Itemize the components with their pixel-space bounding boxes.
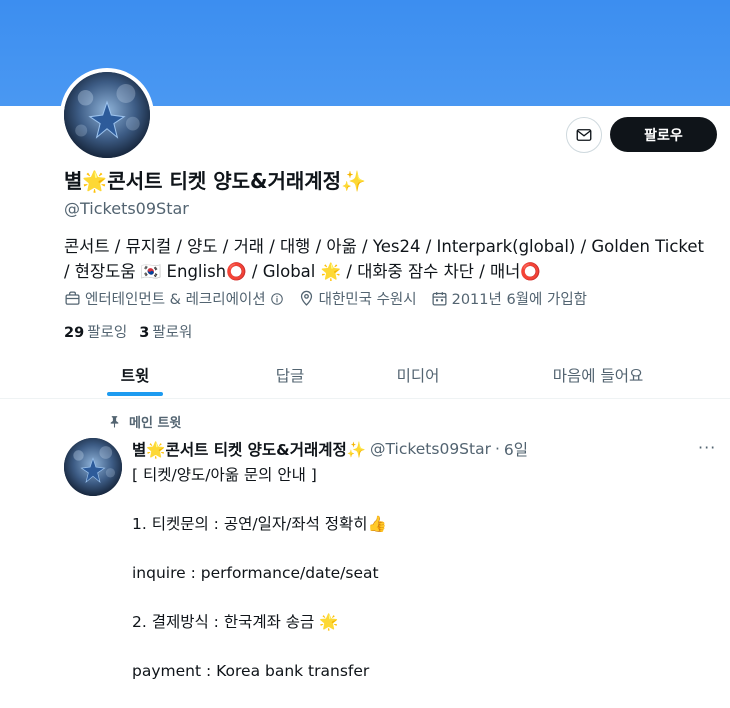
tweet-line: 1. 티켓문의 : 공연/일자/좌석 정확히👍 [132,515,387,533]
tab-replies-label: 답글 [275,367,305,385]
tab-tweets[interactable]: 트윗 [60,352,210,398]
tab-media[interactable]: 미디어 [370,352,466,398]
tweet-text: [ 티켓/양도/아옮 문의 안내 ] 1. 티켓문의 : 공연/일자/좌석 정확… [132,463,387,683]
profile-category[interactable]: 엔터테인먼트 & 레크리에이션 [64,288,284,309]
tweet-author-handle[interactable]: @Tickets09Star [370,440,491,458]
tabs-divider [0,398,730,399]
avatar-image [64,438,122,496]
tweet-author-name[interactable]: 별🌟콘서트 티켓 양도&거래계정✨ [132,438,366,460]
tab-tweets-label: 트윗 [120,367,150,385]
tweet-line: payment : Korea bank transfer [132,662,370,680]
following-count: 29 [64,325,85,341]
profile-stats: 29 팔로잉 3 팔로워 [64,321,192,342]
following-label: 팔로잉 [87,325,128,341]
profile-bio: 콘서트 / 뮤지컬 / 양도 / 거래 / 대행 / 아옮 / Yes24 / … [64,237,704,281]
profile-tabs: 트윗 답글 미디어 마음에 들어요 [60,352,730,398]
profile-handle: @Tickets09Star [64,199,189,218]
tweet-line: inquire : performance/date/seat [132,564,379,582]
profile-display-name: 별🌟콘서트 티켓 양도&거래계정✨ [64,169,366,193]
pin-icon [110,416,119,428]
tweet-header: 별🌟콘서트 티켓 양도&거래계정✨ @Tickets09Star · 6일 [132,438,528,460]
message-button[interactable] [566,117,602,153]
followers-label: 팔로워 [152,325,193,341]
profile-meta: 엔터테인먼트 & 레크리에이션 대한민국 수원시 2011년 6월에 가입함 [64,288,587,309]
avatar-image [64,72,150,158]
envelope-icon [576,129,592,141]
followers-link[interactable]: 3 팔로워 [139,321,192,342]
follow-button[interactable]: 팔로우 [610,117,717,152]
following-link[interactable]: 29 팔로잉 [64,321,127,342]
profile-joined: 2011년 6월에 가입함 [431,288,587,309]
tweet-author-avatar[interactable] [64,438,122,496]
joined-label: 2011년 6월에 가입함 [451,292,587,308]
tweet-time[interactable]: 6일 [504,438,528,460]
tab-likes-label: 마음에 들어요 [552,367,644,385]
more-options-icon[interactable]: ··· [698,438,716,457]
location-pin-icon [300,290,312,306]
pinned-indicator: 메인 트윗 [108,412,181,431]
profile-location: 대한민국 수원시 [298,288,417,309]
active-tab-indicator [107,392,163,396]
tab-replies[interactable]: 답글 [210,352,370,398]
profile-avatar[interactable] [60,68,154,162]
tab-likes[interactable]: 마음에 들어요 [466,352,730,398]
pinned-label: 메인 트윗 [129,416,182,431]
followers-count: 3 [139,325,150,341]
tweet-separator: · [494,440,500,458]
briefcase-icon [65,291,80,305]
info-icon[interactable] [270,292,284,306]
tweet-line: [ 티켓/양도/아옮 문의 안내 ] [132,466,317,484]
location-label: 대한민국 수원시 [318,292,417,308]
calendar-icon [432,292,447,306]
category-label: 엔터테인먼트 & 레크리에이션 [85,292,266,308]
tab-media-label: 미디어 [396,367,440,385]
tweet-line: 2. 결제방식 : 한국계좌 송금 🌟 [132,613,339,631]
